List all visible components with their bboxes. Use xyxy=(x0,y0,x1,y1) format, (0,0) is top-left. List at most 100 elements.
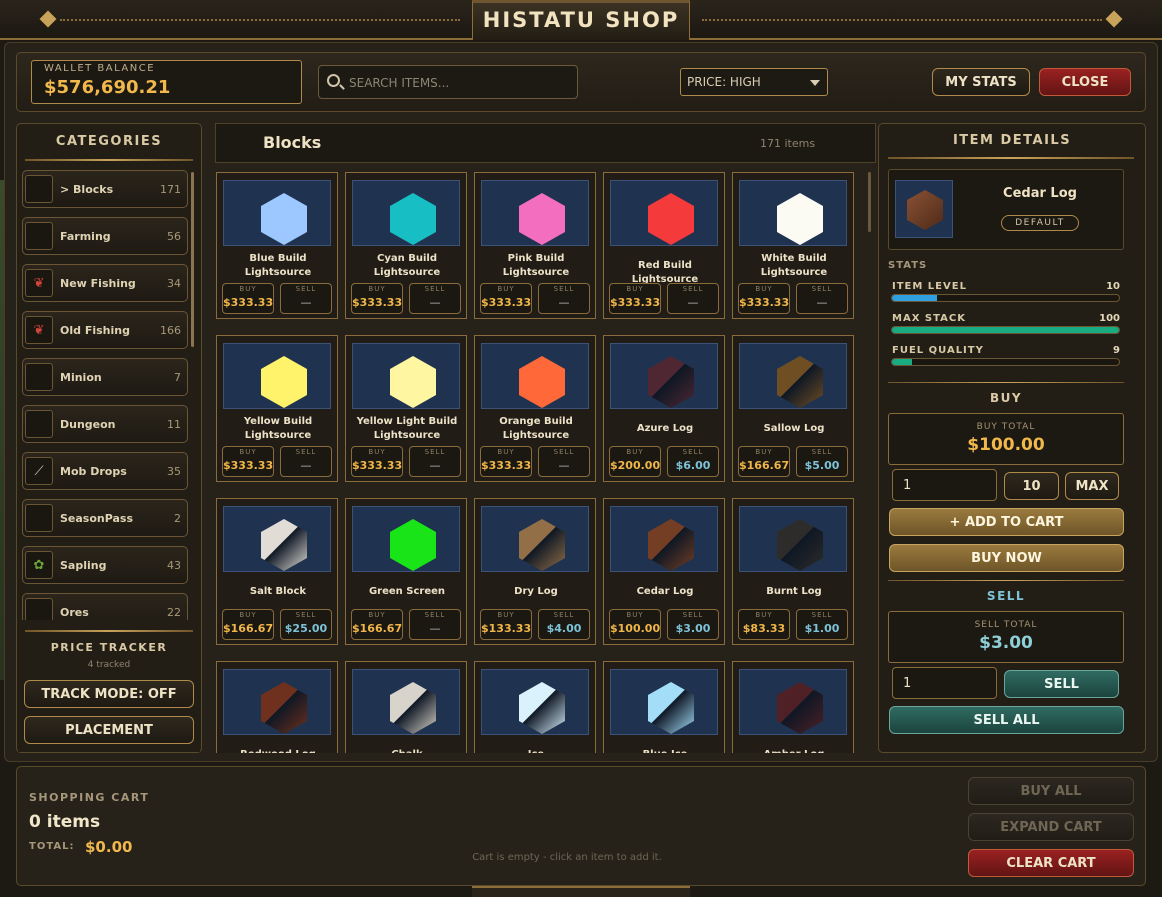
sell-price-button[interactable]: SELL $3.00 xyxy=(667,609,719,640)
my-stats-button[interactable]: MY STATS xyxy=(932,68,1030,96)
sell-price-button[interactable]: SELL — xyxy=(667,283,719,314)
item-card[interactable]: Dry Log BUY $133.33 SELL $4.00 xyxy=(474,498,596,645)
item-card[interactable]: Pink Build Lightsource BUY $333.33 SELL — xyxy=(474,172,596,319)
category-item[interactable]: Farming 56 xyxy=(22,217,188,255)
track-mode-button[interactable]: TRACK MODE: OFF xyxy=(24,680,194,708)
item-card[interactable]: White Build Lightsource BUY $333.33 SELL — xyxy=(732,172,854,319)
stat-label: FUEL QUALITY xyxy=(892,345,984,356)
buy-price-button[interactable]: BUY $166.67 xyxy=(351,609,403,640)
item-name: Green Screen xyxy=(368,586,446,597)
buy-price-button[interactable]: BUY $333.33 xyxy=(480,283,532,314)
search-box[interactable] xyxy=(318,65,578,99)
buy-price-button[interactable]: BUY $200.00 xyxy=(609,446,661,477)
item-card[interactable]: Green Screen BUY $166.67 SELL — xyxy=(345,498,467,645)
close-button[interactable]: CLOSE xyxy=(1039,68,1131,96)
clear-cart-button[interactable]: CLEAR CART xyxy=(968,849,1134,877)
add-to-cart-button[interactable]: + ADD TO CART xyxy=(889,508,1124,536)
buy-price-button[interactable]: BUY $333.33 xyxy=(351,283,403,314)
item-card[interactable]: Burnt Log BUY $83.33 SELL $1.00 xyxy=(732,498,854,645)
sell-price-button[interactable]: SELL — xyxy=(409,446,461,477)
sell-tag: SELL xyxy=(424,611,446,619)
item-card[interactable]: Red Build Lightsource BUY $333.33 SELL — xyxy=(603,172,725,319)
buy-all-button[interactable]: BUY ALL xyxy=(968,777,1134,805)
sell-price-button[interactable]: SELL — xyxy=(796,283,848,314)
category-scrollbar[interactable] xyxy=(191,172,194,347)
sell-price-button[interactable]: SELL $6.00 xyxy=(667,446,719,477)
buy-total-label: BUY TOTAL xyxy=(976,422,1036,432)
buy-price-button[interactable]: BUY $133.33 xyxy=(480,609,532,640)
item-card[interactable]: Blue Ice xyxy=(603,661,725,753)
sell-button[interactable]: SELL xyxy=(1004,670,1119,698)
sell-price-button[interactable]: SELL — xyxy=(409,283,461,314)
search-input[interactable] xyxy=(349,73,569,93)
sell-all-button[interactable]: SELL ALL xyxy=(889,706,1124,734)
buy-price-button[interactable]: BUY $333.33 xyxy=(738,283,790,314)
category-item[interactable]: > Blocks 171 xyxy=(22,170,188,208)
expand-cart-button[interactable]: EXPAND CART xyxy=(968,813,1134,841)
placement-button[interactable]: PLACEMENT xyxy=(24,716,194,744)
buy-price: $200.00 xyxy=(610,459,661,472)
category-item[interactable]: ✿ Sapling 43 xyxy=(22,546,188,584)
sell-price-button[interactable]: SELL — xyxy=(280,446,332,477)
item-card[interactable]: Salt Block BUY $166.67 SELL $25.00 xyxy=(216,498,338,645)
sell-price-button[interactable]: SELL — xyxy=(538,283,590,314)
item-icon-well xyxy=(610,180,718,246)
item-card[interactable]: Cyan Build Lightsource BUY $333.33 SELL — xyxy=(345,172,467,319)
cart-empty-message: Cart is empty - click an item to add it. xyxy=(472,852,662,863)
stat-bar-fill xyxy=(892,327,1119,333)
buy-price-button[interactable]: BUY $166.67 xyxy=(738,446,790,477)
buy-price-button[interactable]: BUY $333.33 xyxy=(480,446,532,477)
category-item[interactable]: ❦ New Fishing 34 xyxy=(22,264,188,302)
item-card[interactable]: Redwood Log xyxy=(216,661,338,753)
item-card[interactable]: Ice xyxy=(474,661,596,753)
sell-price-button[interactable]: SELL — xyxy=(409,609,461,640)
item-card[interactable]: Orange Build Lightsource BUY $333.33 SELL — xyxy=(474,335,596,482)
buy-price-button[interactable]: BUY $333.33 xyxy=(609,283,661,314)
sell-price-button[interactable]: SELL — xyxy=(538,446,590,477)
sell-price: — xyxy=(429,622,441,635)
sell-price-button[interactable]: SELL $5.00 xyxy=(796,446,848,477)
category-item[interactable]: ❦ Old Fishing 166 xyxy=(22,311,188,349)
item-card[interactable]: Chalk xyxy=(345,661,467,753)
sell-price: — xyxy=(429,296,441,309)
category-item[interactable]: Minion 7 xyxy=(22,358,188,396)
buy-price-button[interactable]: BUY $100.00 xyxy=(609,609,661,640)
item-card[interactable]: Cedar Log BUY $100.00 SELL $3.00 xyxy=(603,498,725,645)
category-item[interactable]: Dungeon 11 xyxy=(22,405,188,443)
block-icon xyxy=(261,519,307,571)
item-name: Chalk xyxy=(348,748,466,753)
buy-price-button[interactable]: BUY $333.33 xyxy=(351,446,403,477)
buy-now-button[interactable]: BUY NOW xyxy=(889,544,1124,572)
item-icon-well xyxy=(610,669,718,735)
item-name: Cyan Build Lightsource xyxy=(373,253,441,278)
buy-price-button[interactable]: BUY $83.33 xyxy=(738,609,790,640)
price-sort-dropdown[interactable]: PRICE: HIGH xyxy=(680,68,828,96)
category-slot-icon xyxy=(25,598,53,620)
sell-price-button[interactable]: SELL $25.00 xyxy=(280,609,332,640)
sell-price-button[interactable]: SELL $1.00 xyxy=(796,609,848,640)
sell-price-button[interactable]: SELL $4.00 xyxy=(538,609,590,640)
stat-bar-fill xyxy=(892,359,913,365)
item-icon-well xyxy=(352,506,460,572)
stat-bar xyxy=(891,326,1120,334)
item-card[interactable]: Sallow Log BUY $166.67 SELL $5.00 xyxy=(732,335,854,482)
grid-scrollbar[interactable] xyxy=(868,172,871,232)
buy-price-button[interactable]: BUY $333.33 xyxy=(222,283,274,314)
buy-tag: BUY xyxy=(755,611,773,619)
buy-price-button[interactable]: BUY $333.33 xyxy=(222,446,274,477)
buy-quantity-input[interactable] xyxy=(892,469,997,501)
sell-price-button[interactable]: SELL — xyxy=(280,283,332,314)
item-card[interactable]: Azure Log BUY $200.00 SELL $6.00 xyxy=(603,335,725,482)
item-card[interactable]: Blue Build Lightsource BUY $333.33 SELL — xyxy=(216,172,338,319)
qty-max-button[interactable]: MAX xyxy=(1065,472,1119,500)
category-item[interactable]: Ores 22 xyxy=(22,593,188,620)
category-item[interactable]: SeasonPass 2 xyxy=(22,499,188,537)
item-card[interactable]: Amber Log xyxy=(732,661,854,753)
buy-price-button[interactable]: BUY $166.67 xyxy=(222,609,274,640)
item-card[interactable]: Yellow Build Lightsource BUY $333.33 SELL — xyxy=(216,335,338,482)
sell-quantity-input[interactable] xyxy=(892,667,997,699)
item-name: Burnt Log xyxy=(766,586,822,597)
item-card[interactable]: Yellow Light Build Lightsource BUY $333.33… xyxy=(345,335,467,482)
qty-10-button[interactable]: 10 xyxy=(1004,472,1059,500)
category-item[interactable]: ⟋ Mob Drops 35 xyxy=(22,452,188,490)
